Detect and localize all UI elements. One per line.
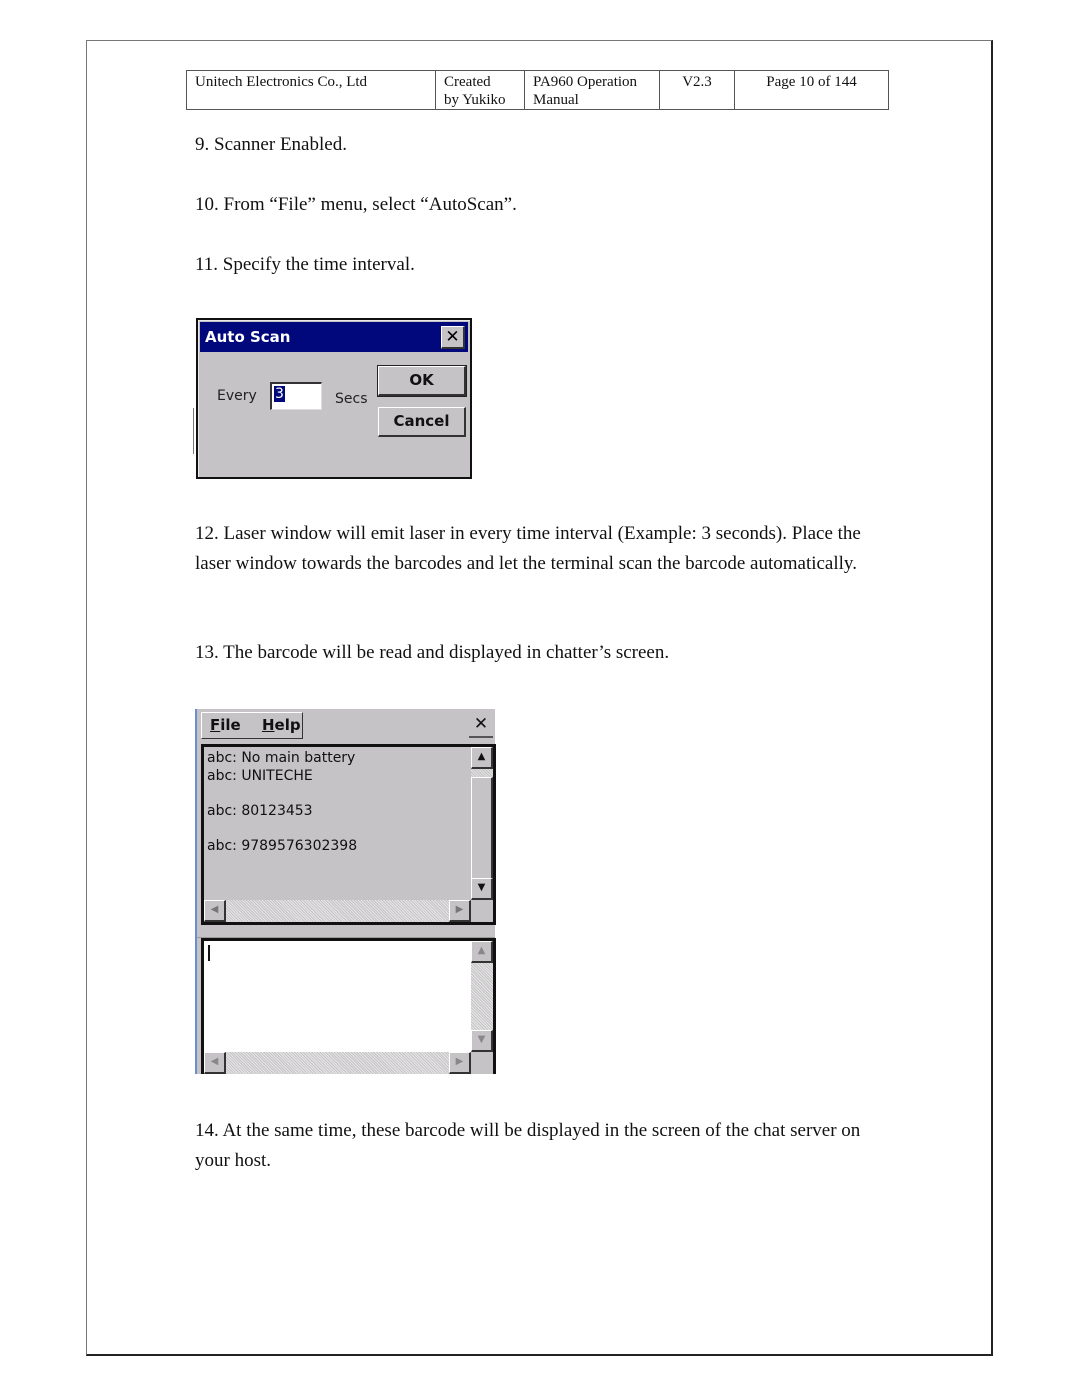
input-horizontal-scrollbar[interactable]: ◀ ▶ [204,1052,471,1074]
menu-help[interactable]: Help [246,713,301,738]
scrollbar-corner [471,1052,493,1074]
arrow-up-icon: ▲ [477,751,486,762]
pane-splitter[interactable] [197,927,495,938]
close-icon: ✕ [445,327,460,347]
log-line: abc: No main battery [207,750,356,766]
log-line: abc: UNITECHE [207,767,313,784]
log-line: abc: 80123453 [207,802,313,819]
every-label: Every [217,388,257,404]
arrow-up-icon: ▲ [477,945,486,956]
chatter-window: File Help ✕ abc: No main battery abc: UN… [195,709,496,1074]
step-12: 12. Laser window will emit laser in ever… [195,523,861,574]
text-caret [208,945,210,961]
header-created: Created by Yukiko [435,70,525,110]
arrow-right-icon: ▶ [455,1056,464,1067]
close-icon: ✕ [473,714,489,734]
scrollbar-corner [471,900,493,922]
scroll-down-button[interactable]: ▼ [471,878,493,900]
scroll-down-button[interactable]: ▼ [471,1030,493,1052]
menu-file[interactable]: File [202,713,241,738]
scroll-up-button[interactable]: ▲ [471,941,493,963]
step-14: 14. At the same time, these barcode will… [195,1120,861,1171]
log-line: abc: 9789576302398 [207,837,358,854]
ok-button[interactable]: OK [377,365,467,397]
arrow-down-icon: ▼ [477,1034,486,1045]
log-vertical-scrollbar[interactable]: ▲ ▼ [471,747,493,900]
message-log: abc: No main battery abc: UNITECHE abc: … [201,744,496,925]
document-header-table: Unitech Electronics Co., Ltd Created by Y… [186,70,889,110]
arrow-left-icon: ◀ [210,1056,219,1067]
autoscan-dialog: Auto Scan ✕ Every 3 Secs OK Cancel [196,318,472,479]
input-vertical-scrollbar[interactable]: ▲ ▼ [471,941,493,1052]
cancel-button[interactable]: Cancel [378,407,466,437]
arrow-left-icon: ◀ [210,904,219,915]
interval-input[interactable]: 3 [270,382,322,410]
arrow-right-icon: ▶ [455,904,464,915]
step-11: 11. Specify the time interval. [195,254,415,275]
arrow-down-icon: ▼ [477,882,486,893]
message-input[interactable]: ▲ ▼ ◀ ▶ [201,938,496,1074]
header-version: V2.3 [659,70,735,110]
chatter-close-button[interactable]: ✕ [469,713,493,738]
scroll-right-button[interactable]: ▶ [449,900,471,922]
message-log-text: abc: No main battery abc: UNITECHE abc: … [207,750,469,855]
dialog-close-button[interactable]: ✕ [441,326,465,349]
scroll-left-button[interactable]: ◀ [204,900,226,922]
scroll-left-button[interactable]: ◀ [204,1052,226,1074]
scroll-track[interactable] [471,769,493,777]
interval-value: 3 [274,386,285,402]
step-13: 13. The barcode will be read and display… [195,642,670,663]
menu-bar: File Help [201,712,303,739]
dialog-title-bar: Auto Scan ✕ [200,322,468,352]
header-page-number: Page 10 of 144 [734,70,889,110]
header-document-title: PA960 Operation Manual [524,70,660,110]
log-horizontal-scrollbar[interactable]: ◀ ▶ [204,900,471,922]
secs-label: Secs [335,391,368,407]
step-10: 10. From “File” menu, select “AutoScan”. [195,194,517,215]
step-9: 9. Scanner Enabled. [195,134,347,155]
header-company: Unitech Electronics Co., Ltd [186,70,436,110]
scroll-up-button[interactable]: ▲ [471,747,493,769]
scroll-right-button[interactable]: ▶ [449,1052,471,1074]
dialog-title: Auto Scan [205,328,291,346]
